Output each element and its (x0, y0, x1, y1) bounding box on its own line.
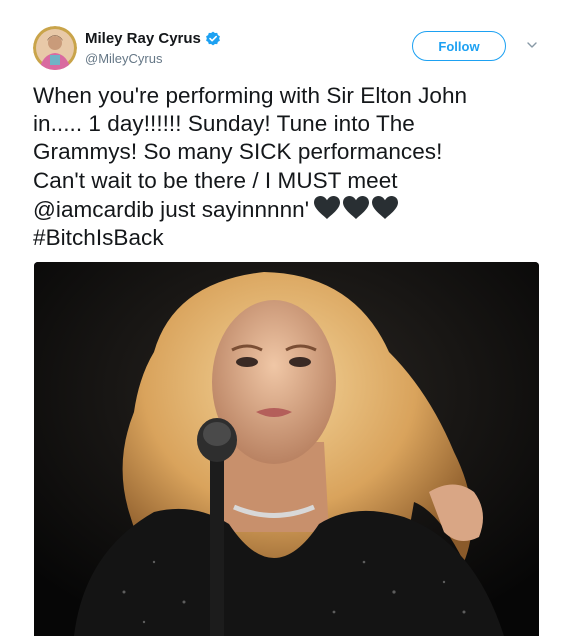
follow-button[interactable]: Follow (412, 31, 506, 61)
user-handle[interactable]: @MileyCyrus (85, 51, 162, 66)
performer-photo (34, 262, 539, 636)
tweet-line: Can't wait to be there / I MUST meet (33, 167, 398, 193)
black-heart-icon (342, 195, 370, 220)
chevron-down-icon[interactable] (525, 38, 539, 52)
tweet-line: Grammys! So many SICK performances! (33, 139, 443, 165)
hashtag-link[interactable]: #BitchIsBack (33, 224, 543, 252)
verified-badge-icon (205, 31, 221, 47)
emoji-hearts (313, 195, 399, 220)
tweet-line: @iamcardib just sayinnnnn' (33, 195, 543, 224)
tweet-line: in..... 1 day!!!!!! Sunday! Tune into Th… (33, 111, 415, 137)
black-heart-icon (313, 195, 341, 220)
black-heart-icon (371, 195, 399, 220)
tweet-line: When you're performing with Sir Elton Jo… (33, 83, 468, 108)
tweet-photo[interactable] (34, 262, 539, 636)
tweet-header: Miley Ray Cyrus @MileyCyrus Follow (33, 26, 553, 74)
name-row: Miley Ray Cyrus (85, 30, 221, 47)
tweet-text: When you're performing with Sir Elton Jo… (33, 82, 543, 252)
avatar[interactable] (33, 26, 77, 70)
mention-text[interactable]: @iamcardib just sayinnnnn' (33, 197, 309, 222)
display-name[interactable]: Miley Ray Cyrus (85, 30, 201, 47)
